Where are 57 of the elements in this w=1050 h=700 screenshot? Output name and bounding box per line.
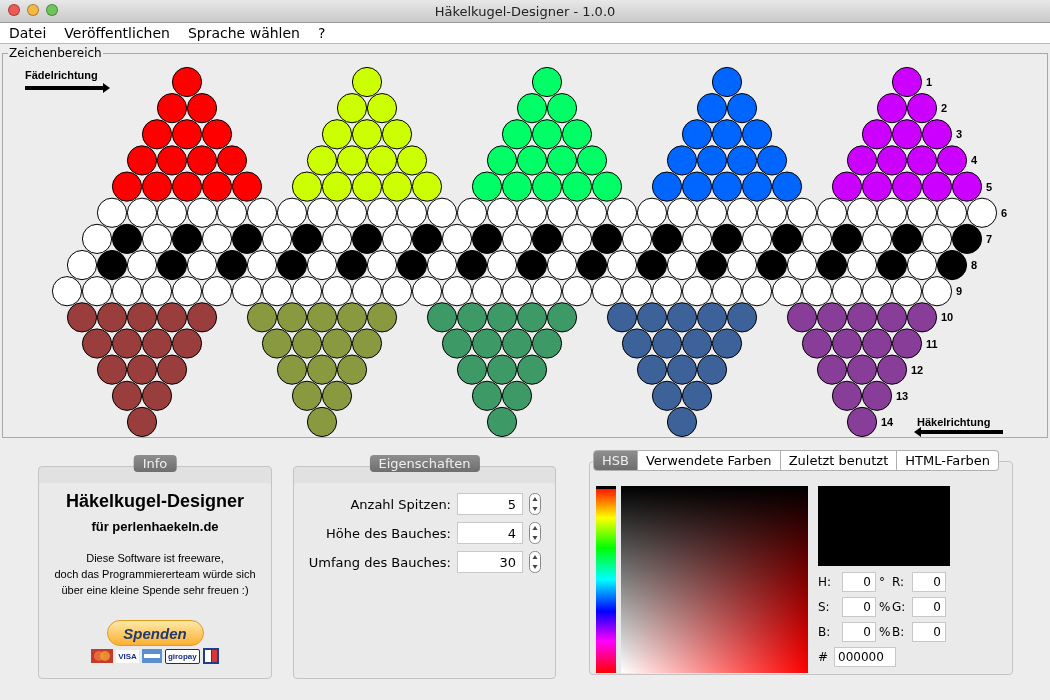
number-field[interactable]: 30 (457, 551, 523, 573)
field-label: B: (892, 625, 906, 639)
menu-item[interactable]: Veröffentlichen (64, 25, 170, 41)
number-field[interactable]: 0 (912, 572, 946, 592)
app-subheading: für perlenhaekeln.de (91, 519, 219, 534)
number-field[interactable]: 0 (912, 622, 946, 642)
menu-item[interactable]: Datei (9, 25, 47, 41)
payment-logo: VISA (116, 649, 139, 663)
row-number: 10 (941, 311, 954, 324)
field-label: Umfang des Bauches: (308, 554, 451, 570)
field-label: G: (892, 600, 907, 614)
row-number: 5 (986, 180, 993, 193)
field-label: S: (818, 600, 831, 614)
number-field[interactable]: 5 (457, 493, 523, 515)
direction-label: Häkelrichtung (917, 416, 991, 428)
number-field[interactable]: 0 (842, 572, 876, 592)
hex-field[interactable]: 000000 (834, 647, 897, 667)
payment-logo: giropay (164, 648, 200, 664)
row-number: 4 (971, 154, 978, 167)
app-heading: Häkelkugel-Designer (65, 491, 245, 512)
row-number: 2 (941, 102, 948, 115)
number-field[interactable]: 0 (842, 622, 876, 642)
row-number: 14 (881, 415, 894, 428)
row-number: 1 (926, 76, 933, 88)
group-title: Zeichenbereich (8, 46, 103, 60)
panel-title: Info (133, 455, 177, 472)
number-field[interactable]: 0 (842, 597, 876, 617)
direction-label: Fädelrichtung (25, 69, 98, 81)
row-number: 7 (986, 232, 993, 245)
info-text: Diese Software ist freeware, doch das Programmiererteam würde sich über eine kleine Spende sehr freuen :) (54, 551, 256, 598)
row-number: 9 (956, 285, 963, 298)
unit-label: % (878, 625, 892, 639)
panel-title: Eigenschaften (369, 455, 480, 472)
tab[interactable]: Verwendete Farben (637, 450, 781, 471)
row-number: 3 (956, 128, 963, 141)
donate-button[interactable]: Spenden (106, 620, 204, 646)
number-field[interactable]: 4 (457, 522, 523, 544)
field-label: H: (818, 575, 833, 589)
tab[interactable]: HTML-Farben (897, 450, 999, 471)
tab[interactable]: Zuletzt benutzt (780, 450, 898, 471)
row-number: 11 (926, 337, 938, 350)
row-number: 8 (971, 259, 978, 272)
menu-item[interactable]: ? (317, 25, 326, 41)
field-label: # (818, 650, 829, 664)
row-number: 6 (1001, 206, 1008, 219)
field-label: R: (892, 575, 905, 589)
menu-item[interactable]: Sprache wählen (187, 25, 300, 41)
unit-label: ° (878, 575, 886, 589)
tab[interactable]: HSB (593, 450, 638, 471)
field-label: B: (818, 625, 832, 639)
unit-label: % (878, 600, 892, 614)
row-number: 13 (896, 389, 909, 402)
row-number: 12 (911, 363, 924, 376)
field-label: Anzahl Spitzen: (350, 496, 451, 512)
window-title: Häkelkugel-Designer - 1.0.0 (434, 3, 616, 19)
number-field[interactable]: 0 (912, 597, 946, 617)
field-label: Höhe des Bauches: (326, 525, 451, 541)
